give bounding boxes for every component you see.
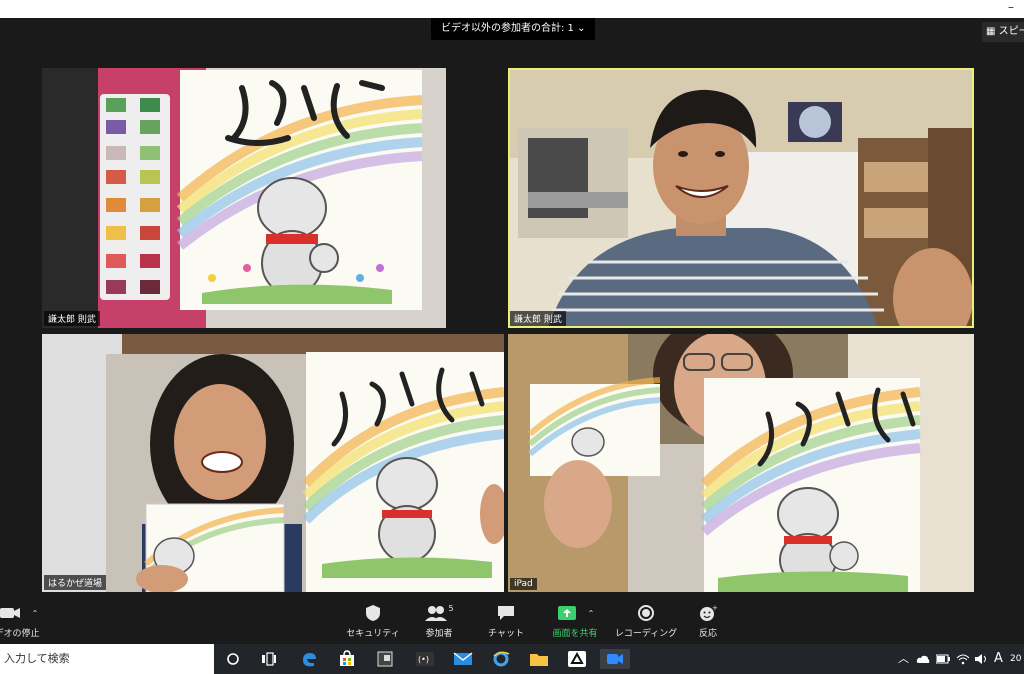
- video-tile-4[interactable]: iPad: [508, 334, 974, 592]
- taskbar-search-placeholder: 入力して検索: [4, 652, 70, 665]
- chevron-up-icon[interactable]: ⌃: [32, 609, 39, 618]
- video-feed-speaker: [508, 68, 974, 328]
- volume-icon[interactable]: [974, 653, 988, 665]
- cloud-icon[interactable]: [916, 654, 930, 664]
- emoji-smile-icon: +: [700, 604, 718, 621]
- grid-icon: ▦: [986, 26, 999, 37]
- ime-indicator[interactable]: A: [994, 644, 1003, 674]
- video-feed-artwork: [42, 68, 446, 328]
- show-hidden-icons[interactable]: ︿: [898, 644, 909, 674]
- chat-label: チャット: [488, 629, 524, 639]
- share-screen-icon: [557, 606, 576, 620]
- participant-name-label: 謙太郎 則武: [44, 311, 100, 326]
- store-icon[interactable]: [336, 649, 358, 669]
- reactions-button[interactable]: + 反応: [673, 602, 743, 639]
- windows-taskbar: 入力して検索 (•) ︿ A 20: [0, 644, 1024, 674]
- video-feed-participant: [42, 334, 504, 592]
- record-label: レコーディング: [614, 629, 678, 639]
- internet-explorer-icon[interactable]: [490, 649, 512, 669]
- security-label: セキュリティ: [346, 629, 400, 639]
- clock[interactable]: 20: [1010, 644, 1021, 674]
- reactions-label: 反応: [698, 629, 717, 639]
- participants-icon: [425, 606, 448, 621]
- record-icon: [638, 605, 654, 621]
- task-view-icon[interactable]: [258, 649, 280, 669]
- participant-name-label: はるかぜ道場: [44, 575, 107, 590]
- video-tile-2-active-speaker[interactable]: 謙太郎 則武: [508, 68, 974, 328]
- speaker-view-button[interactable]: ▦ スピー: [982, 22, 1024, 42]
- edge-icon[interactable]: [298, 649, 320, 669]
- security-button[interactable]: セキュリティ: [338, 602, 408, 639]
- minimize-button[interactable]: –: [1008, 0, 1014, 14]
- svg-text:+: +: [712, 604, 718, 612]
- participant-name-label: iPad: [510, 578, 537, 590]
- video-camera-icon: [0, 608, 20, 618]
- participant-name-label: 謙太郎 則武: [510, 311, 566, 326]
- participants-label: 参加者: [425, 629, 453, 639]
- stop-video-label: デオの停止: [0, 629, 40, 639]
- share-screen-label: 画面を共有: [552, 629, 598, 639]
- video-feed-participant: [508, 334, 974, 592]
- taskbar-search-box[interactable]: 入力して検索: [0, 644, 214, 674]
- chat-bubble-icon: [498, 606, 514, 620]
- wifi-icon[interactable]: [956, 653, 970, 665]
- meeting-toolbar: ⌃ デオの停止 セキュリティ 5 参加者 チャット ⌃ 画面を共有 レコーディン…: [0, 598, 1024, 644]
- share-screen-button[interactable]: ⌃ 画面を共有: [540, 602, 610, 639]
- video-tile-1[interactable]: 謙太郎 則武: [42, 68, 446, 328]
- shield-icon: [366, 605, 380, 621]
- video-tile-3[interactable]: はるかぜ道場: [42, 334, 504, 592]
- chevron-up-icon[interactable]: ⌃: [588, 609, 595, 618]
- speaker-view-label: スピー: [998, 26, 1024, 37]
- file-explorer-icon[interactable]: [528, 649, 550, 669]
- system-tray: ︿ A 20: [898, 644, 1024, 674]
- cortana-icon[interactable]: [222, 649, 244, 669]
- snipping-tool-icon[interactable]: [374, 649, 396, 669]
- stop-video-button[interactable]: ⌃ デオの停止: [0, 602, 52, 639]
- chat-button[interactable]: チャット: [471, 602, 541, 639]
- battery-icon[interactable]: [936, 654, 950, 664]
- mail-icon[interactable]: [452, 649, 474, 669]
- record-button[interactable]: レコーディング: [611, 602, 681, 639]
- participants-button[interactable]: 5 参加者: [404, 602, 474, 639]
- svg-text:(•): (•): [418, 655, 429, 664]
- app-icon[interactable]: [566, 649, 588, 669]
- window-title-strip: –: [0, 0, 1024, 18]
- zoom-app-icon[interactable]: [600, 649, 630, 669]
- non-video-participants-banner[interactable]: ビデオ以外の参加者の合計: 1 ⌄: [431, 18, 596, 40]
- connect-icon[interactable]: (•): [414, 649, 436, 669]
- participant-count-badge: 5: [448, 603, 454, 613]
